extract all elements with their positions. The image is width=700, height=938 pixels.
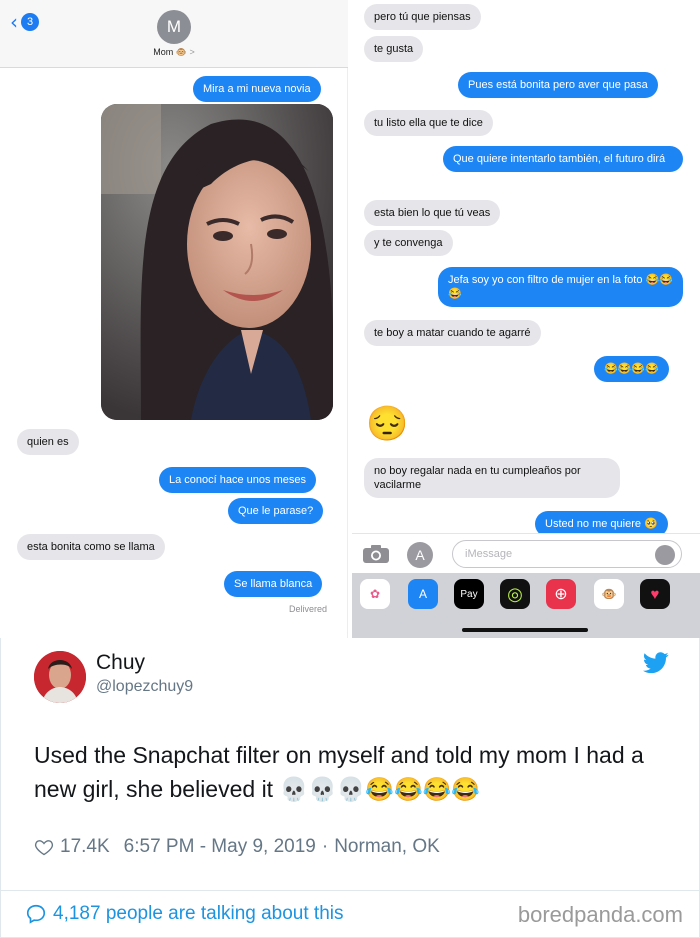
microphone-icon[interactable] (655, 545, 675, 565)
message-bubble-received[interactable]: esta bonita como se llama (17, 534, 165, 560)
meta-separator: · (321, 836, 329, 857)
message-bubble-received[interactable]: tu listo ella que te dice (364, 110, 493, 136)
app-store-icon: A (415, 547, 425, 563)
message-bubble-sent[interactable]: Mira a mi nueva novia (193, 76, 321, 102)
selfie-image (101, 104, 333, 420)
applepay-icon[interactable]: Pay (454, 579, 484, 609)
tweet-card: Chuy @lopezchuy9 Used the Snapchat filte… (0, 638, 700, 890)
activity-icon[interactable]: ◎ (500, 579, 530, 609)
delivered-status: Delivered (289, 604, 328, 614)
conversation-header: ‹ 3 M Mom 🐵 > (0, 0, 348, 68)
left-conversation: ‹ 3 M Mom 🐵 > Mira a mi nueva novia quie… (0, 0, 348, 638)
twitter-bird-icon[interactable] (643, 652, 669, 674)
sent-photo[interactable] (101, 104, 333, 420)
tweet-author-handle[interactable]: @lopezchuy9 (96, 678, 193, 696)
digital-touch-icon[interactable]: ♥ (640, 579, 670, 609)
message-bubble-sent[interactable]: Jefa soy yo con filtro de mujer en la fo… (438, 267, 683, 307)
pensive-emoji-message[interactable]: 😔 (366, 404, 408, 444)
message-bubble-received[interactable]: no boy regalar nada en tu cumpleaños por… (364, 458, 620, 498)
tweet-author-name[interactable]: Chuy (96, 651, 145, 675)
message-bubble-sent[interactable]: Pues está bonita pero aver que pasa (458, 72, 658, 98)
contact-avatar[interactable]: M (157, 10, 191, 44)
photos-icon[interactable]: ✿ (360, 579, 390, 609)
chevron-left-icon: ‹ (10, 10, 18, 34)
message-bubble-sent[interactable]: Se llama blanca (224, 571, 323, 597)
like-count[interactable]: 17.4K (60, 836, 110, 858)
message-input-bar: A iMessage (352, 533, 700, 573)
app-tray: ✿ A Pay ◎ ⊕ 🐵 ♥ (352, 573, 700, 639)
message-bubble-received[interactable]: te gusta (364, 36, 424, 62)
message-bubble-received[interactable]: te boy a matar cuando te agarré (364, 320, 541, 346)
contact-name[interactable]: Mom 🐵 > (0, 47, 348, 58)
screenshot: ‹ 3 M Mom 🐵 > Mira a mi nueva novia quie… (0, 0, 700, 938)
tweet-meta: 17.4K 6:57 PM - May 9, 2019 · Norman, OK (34, 836, 440, 858)
back-button[interactable]: ‹ 3 (10, 10, 39, 34)
tweet-location[interactable]: Norman, OK (334, 836, 440, 858)
tweet-text: Used the Snapchat filter on myself and t… (34, 742, 644, 802)
chevron-right-icon: > (189, 47, 195, 57)
message-bubble-received[interactable]: esta bien lo que tú veas (364, 200, 501, 226)
conversation-link[interactable]: 4,187 people are talking about this (25, 903, 344, 925)
speech-bubble-icon (26, 904, 46, 924)
message-bubble-received[interactable]: pero tú que piensas (364, 4, 481, 30)
monkey-emoji: 🐵 (175, 47, 187, 57)
camera-icon[interactable] (362, 544, 390, 564)
message-bubble-sent[interactable]: 😂😂😂😂 (594, 356, 669, 382)
search-images-icon[interactable]: ⊕ (546, 579, 576, 609)
tweet-footer: 4,187 people are talking about this bore… (0, 890, 700, 938)
app-store-button[interactable]: A (407, 542, 433, 568)
message-bubble-received[interactable]: quien es (17, 429, 79, 455)
message-bubble-received[interactable]: y te convenga (364, 230, 453, 256)
message-bubble-sent[interactable]: Que quiere intentarlo también, el futuro… (443, 146, 683, 172)
boredpanda-watermark: boredpanda.com (517, 902, 683, 927)
home-indicator (462, 628, 588, 632)
message-bubble-sent[interactable]: La conocí hace unos meses (159, 467, 316, 493)
heart-icon[interactable] (34, 837, 54, 857)
imessage-field[interactable]: iMessage (452, 540, 682, 568)
tweet-timestamp[interactable]: 6:57 PM - May 9, 2019 (124, 836, 316, 858)
profile-photo (34, 651, 86, 703)
message-bubble-sent[interactable]: Que le parase? (228, 498, 324, 524)
animoji-icon[interactable]: 🐵 (594, 579, 624, 609)
profile-avatar[interactable] (34, 651, 86, 703)
unread-count-badge: 3 (21, 13, 39, 31)
appstore-icon[interactable]: A (408, 579, 438, 609)
